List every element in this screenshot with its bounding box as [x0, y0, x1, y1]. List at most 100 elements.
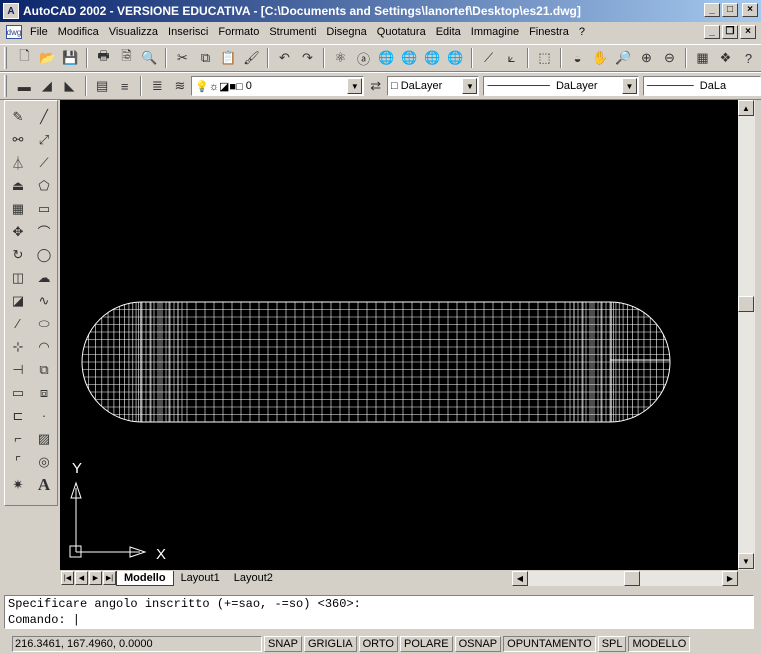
prev-tab-button[interactable]: ◀ [75, 571, 88, 585]
designcenter-icon[interactable]: ❖ [714, 47, 737, 69]
layer-states-icon[interactable]: ≋ [169, 75, 192, 97]
layer-properties-icon[interactable]: ≣ [146, 75, 169, 97]
make-object-layer-icon[interactable]: ▬ [13, 75, 36, 97]
last-tab-button[interactable]: ▶| [103, 571, 116, 585]
erase-icon[interactable]: ✎ [6, 105, 30, 128]
circle-icon[interactable]: ◯ [32, 243, 56, 266]
maximize-button[interactable]: □ [722, 3, 738, 17]
copy-icon[interactable]: ⧉ [194, 47, 217, 69]
tab-modello[interactable]: Modello [116, 570, 174, 586]
snap-toggle[interactable]: SNAP [264, 636, 302, 652]
spell-icon[interactable]: 🔍 [138, 47, 161, 69]
polyline-icon[interactable]: ⟋ [32, 151, 56, 174]
ucs-icon[interactable]: ⟀ [500, 47, 523, 69]
paste-icon[interactable]: 📋 [217, 47, 240, 69]
xyz-filter-icon[interactable]: ≡ [113, 75, 136, 97]
dimension-icon[interactable]: ⟋ [477, 47, 500, 69]
document-icon[interactable]: dwg [6, 25, 22, 39]
redo-icon[interactable]: ↷ [296, 47, 319, 69]
color-combo[interactable]: □ DaLayer ▼ [386, 76, 480, 96]
rectangle-icon[interactable]: ▭ [32, 197, 56, 220]
menu-formato[interactable]: Formato [213, 26, 264, 38]
web-2-icon[interactable]: 🌐 [398, 47, 421, 69]
first-tab-button[interactable]: |◀ [61, 571, 74, 585]
preview-icon[interactable]: 🗟 [115, 47, 138, 69]
construction-line-icon[interactable]: ⤢ [32, 128, 56, 151]
arc-icon[interactable]: ⌒ [32, 220, 56, 243]
stretch-icon[interactable]: ◪ [6, 289, 30, 312]
ellipse-arc-icon[interactable]: ◠ [32, 335, 56, 358]
command-window[interactable]: Specificare angolo inscritto (+=sao, -=s… [4, 595, 754, 629]
offset-icon[interactable]: ⏏ [6, 174, 30, 197]
tab-layout1[interactable]: Layout1 [174, 571, 227, 586]
horizontal-scroll-thumb[interactable] [624, 571, 640, 586]
web-3-icon[interactable]: 🌐 [421, 47, 444, 69]
revcloud-icon[interactable]: ☁ [32, 266, 56, 289]
explode-icon[interactable]: ✷ [6, 473, 30, 496]
lineweight-combo[interactable]: ────── DaLa [642, 76, 761, 96]
zoom-prev-icon[interactable]: ⊖ [658, 47, 681, 69]
linetype-combo[interactable]: ──────── DaLayer ▼ [483, 76, 639, 96]
zoom-window-icon[interactable]: ⊕ [635, 47, 658, 69]
fillet-icon[interactable]: ⌜ [6, 450, 30, 473]
region-icon[interactable]: ◎ [32, 450, 56, 473]
menu-quotatura[interactable]: Quotatura [372, 26, 431, 38]
3d-orbit-icon[interactable]: ◒ [566, 47, 589, 69]
layer-dropdown-arrow[interactable]: ▼ [347, 78, 363, 94]
rotate-icon[interactable]: ↻ [6, 243, 30, 266]
menu-inserisci[interactable]: Inserisci [163, 26, 213, 38]
spline-icon[interactable]: ∿ [32, 289, 56, 312]
zoom-realtime-icon[interactable]: 🔎 [612, 47, 635, 69]
close-button[interactable]: × [742, 3, 758, 17]
ortho-toggle[interactable]: ORTO [358, 636, 398, 652]
menu-modifica[interactable]: Modifica [53, 26, 104, 38]
scroll-right-button[interactable]: ▶ [722, 571, 738, 586]
plot-icon[interactable]: 🖶 [92, 47, 115, 69]
menu-immagine[interactable]: Immagine [466, 26, 524, 38]
trim-icon[interactable]: ⊹ [6, 335, 30, 358]
osnap-toggle[interactable]: OSNAP [454, 636, 502, 652]
vertical-scroll-thumb[interactable] [738, 296, 754, 312]
move-icon[interactable]: ✥ [6, 220, 30, 243]
break-icon[interactable]: ▭ [6, 381, 30, 404]
break-at-point-icon[interactable]: ⊏ [6, 404, 30, 427]
match-prop-icon[interactable]: 🖌 [240, 47, 263, 69]
polar-toggle[interactable]: POLARE [399, 636, 453, 652]
color-dropdown-arrow[interactable]: ▼ [462, 78, 478, 94]
mtext-icon[interactable]: A [32, 473, 56, 496]
array-icon[interactable]: ▦ [6, 197, 30, 220]
menu-visualizza[interactable]: Visualizza [104, 26, 163, 38]
drawing-canvas[interactable]: Y X [60, 100, 738, 570]
layer-prev-icon[interactable]: ◢ [36, 75, 59, 97]
xref-icon[interactable]: ▤ [91, 75, 114, 97]
named-views-icon[interactable]: ⬚ [533, 47, 556, 69]
lineweight-toggle[interactable]: SPL [597, 636, 627, 652]
point-icon[interactable]: · [32, 404, 56, 427]
mirror-icon[interactable]: ⏃ [6, 151, 30, 174]
pan-realtime-icon[interactable]: ✋ [589, 47, 612, 69]
undo-icon[interactable]: ↶ [273, 47, 296, 69]
today-icon[interactable]: ⓐ [352, 47, 375, 69]
otrack-toggle[interactable]: OPUNTAMENTO [503, 636, 596, 652]
save-icon[interactable]: 💾 [59, 47, 82, 69]
polygon-icon[interactable]: ⬠ [32, 174, 56, 197]
make-current-layer-icon[interactable]: ⇄ [364, 75, 387, 97]
menu-edita[interactable]: Edita [431, 26, 466, 38]
menu-file[interactable]: File [25, 26, 53, 38]
grid-toggle[interactable]: GRIGLIA [303, 636, 357, 652]
horizontal-scrollbar[interactable]: ◀ ▶ [512, 571, 738, 586]
doc-close-button[interactable]: × [740, 25, 756, 39]
menu-strumenti[interactable]: Strumenti [264, 26, 321, 38]
web-icon[interactable]: 🌐 [375, 47, 398, 69]
hyperlink-icon[interactable]: ⚛ [329, 47, 352, 69]
vertical-scrollbar[interactable]: ▲ ▼ [738, 100, 755, 570]
new-file-icon[interactable]: 🗋 [13, 47, 36, 69]
toolbar-grip-2[interactable] [4, 75, 7, 97]
ellipse-icon[interactable]: ⬭ [32, 312, 56, 335]
chamfer-icon[interactable]: ⌐ [6, 427, 30, 450]
cut-icon[interactable]: ✂ [171, 47, 194, 69]
tab-layout2[interactable]: Layout2 [227, 571, 280, 586]
lengthen-icon[interactable]: ⁄ [6, 312, 30, 335]
minimize-button[interactable]: _ [704, 3, 720, 17]
open-icon[interactable]: 📂 [36, 47, 59, 69]
